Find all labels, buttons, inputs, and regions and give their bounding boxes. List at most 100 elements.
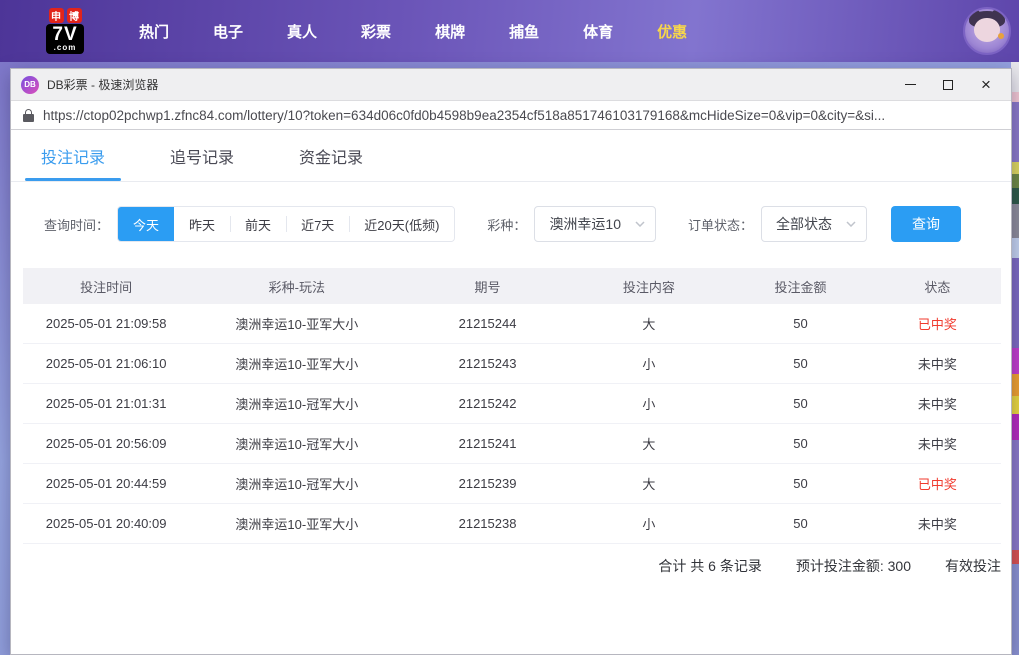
bg-fragment (1011, 348, 1019, 374)
bg-fragment (1011, 374, 1019, 396)
cell-bet-time: 2025-05-01 21:09:58 (45, 316, 167, 331)
cell-bet-time: 2025-05-01 21:01:31 (45, 396, 167, 411)
close-button[interactable]: × (967, 71, 1005, 99)
header-issue: 期号 (474, 279, 501, 295)
logo-square-shen: 申 (48, 8, 64, 23)
site-logo[interactable]: 申 博 7V .com (35, 8, 95, 54)
cell-status: 未中奖 (917, 437, 957, 452)
cell-bet-amount: 50 (793, 476, 808, 491)
header-game-play: 彩种-玩法 (268, 279, 325, 295)
table-row: 2025-05-01 20:40:09 澳洲幸运10-亚军大小 21215238 小 5… (23, 504, 1001, 544)
table-row: 2025-05-01 20:56:09 澳洲幸运10-冠军大小 21215241 大 5… (23, 424, 1001, 464)
cell-bet-amount: 50 (793, 396, 808, 411)
summary-valid-amount: 有效投注金 (945, 558, 1001, 574)
time-option-today[interactable]: 今天 (118, 207, 175, 241)
nav-item-hot[interactable]: 热门 (117, 11, 191, 52)
cell-status: 已中奖 (917, 477, 957, 492)
table-header-row: 投注时间 彩种-玩法 期号 投注内容 投注金额 状态 (23, 268, 1001, 304)
avatar-earring (998, 33, 1004, 39)
cell-bet-amount: 50 (793, 356, 808, 371)
filter-bar: 查询时间： 今天 昨天 前天 近7天 近20天(低频) 彩种： 澳洲幸运10 订… (11, 182, 1011, 242)
bet-records-table: 投注时间 彩种-玩法 期号 投注内容 投注金额 状态 2025-05-01 21… (23, 268, 1001, 586)
cell-game-play: 澳洲幸运10-亚军大小 (235, 317, 359, 332)
summary-expected-amount: 预计投注金额: 300 (795, 558, 911, 574)
close-icon: × (981, 75, 991, 94)
cell-bet-time: 2025-05-01 20:56:09 (45, 436, 167, 451)
browser-window: DB DB彩票 - 极速浏览器 × https://ctop02pchwp1.z… (10, 68, 1012, 655)
nav-item-fishing[interactable]: 捕鱼 (487, 11, 561, 52)
lottery-select[interactable]: 澳洲幸运10 (534, 206, 657, 242)
nav-item-promo[interactable]: 优惠 (635, 11, 709, 52)
table-row: 2025-05-01 21:09:58 澳洲幸运10-亚军大小 21215244 大 5… (23, 304, 1001, 344)
cell-issue: 21215239 (458, 476, 517, 491)
tab-fund-records[interactable]: 资金记录 (289, 130, 373, 181)
minimize-button[interactable] (891, 71, 929, 99)
bet-table-body: 2025-05-01 21:09:58 澳洲幸运10-亚军大小 21215244 大 5… (23, 304, 1001, 544)
user-avatar[interactable] (963, 7, 1011, 55)
bg-fragment (1011, 188, 1019, 204)
nav-item-slots[interactable]: 电子 (191, 11, 265, 52)
order-status-select[interactable]: 全部状态 (761, 206, 868, 242)
time-option-20days[interactable]: 近20天(低频) (349, 207, 455, 241)
record-tabs: 投注记录 追号记录 资金记录 (11, 130, 1011, 182)
table-summary: 合计 共 6 条记录 预计投注金额: 300 有效投注金 (23, 546, 1001, 586)
time-option-7days[interactable]: 近7天 (286, 207, 350, 241)
page-content: 投注记录 追号记录 资金记录 查询时间： 今天 昨天 前天 近7天 近20天(低… (11, 130, 1011, 654)
bg-fragment (1011, 414, 1019, 440)
nav-item-live[interactable]: 真人 (265, 11, 339, 52)
cell-status: 未中奖 (917, 357, 957, 372)
cell-game-play: 澳洲幸运10-亚军大小 (235, 517, 359, 532)
time-option-day-before[interactable]: 前天 (230, 207, 287, 241)
time-option-yesterday[interactable]: 昨天 (174, 207, 231, 241)
tab-bet-records[interactable]: 投注记录 (24, 130, 122, 181)
lottery-filter-label: 彩种： (487, 217, 527, 233)
bg-fragment (1011, 396, 1019, 414)
time-filter-group: 今天 昨天 前天 近7天 近20天(低频) (117, 206, 456, 242)
table-row: 2025-05-01 21:06:10 澳洲幸运10-亚军大小 21215243 小 5… (23, 344, 1001, 384)
cell-issue: 21215242 (458, 396, 517, 411)
cell-issue: 21215243 (458, 356, 517, 371)
site-nav: 热门 电子 真人 彩票 棋牌 捕鱼 体育 优惠 (117, 11, 709, 52)
status-filter-label: 订单状态： (688, 217, 754, 233)
bg-fragment (1011, 62, 1019, 92)
bg-fragment (1011, 204, 1019, 238)
bg-fragment (1011, 440, 1019, 550)
bg-fragment (1011, 258, 1019, 348)
logo-sub-text: .com (53, 43, 77, 52)
time-filter-label: 查询时间： (44, 217, 110, 233)
logo-main-text: 7V (52, 24, 78, 45)
table-row: 2025-05-01 21:01:31 澳洲幸运10-冠军大小 21215242 小 5… (23, 384, 1001, 424)
cell-bet-amount: 50 (793, 316, 808, 331)
background-page-strip (1011, 62, 1019, 655)
header-bet-amount: 投注金额 (774, 279, 827, 295)
bg-fragment (1011, 92, 1019, 102)
cell-bet-content: 大 (642, 477, 656, 492)
ssl-lock-icon[interactable] (23, 108, 34, 122)
cell-status: 已中奖 (917, 317, 957, 332)
nav-item-sports[interactable]: 体育 (561, 11, 635, 52)
maximize-button[interactable] (929, 71, 967, 99)
window-title-bar: DB DB彩票 - 极速浏览器 × (11, 69, 1011, 101)
header-bet-content: 投注内容 (622, 279, 675, 295)
window-controls: × (891, 71, 1005, 99)
address-bar[interactable]: https://ctop02pchwp1.zfnc84.com/lottery/… (11, 101, 1011, 130)
search-button[interactable]: 查询 (891, 206, 962, 242)
cell-bet-time: 2025-05-01 21:06:10 (45, 356, 167, 371)
cell-bet-content: 大 (642, 317, 656, 332)
bg-fragment (1011, 238, 1019, 258)
cell-bet-content: 大 (642, 437, 656, 452)
nav-item-cards[interactable]: 棋牌 (413, 11, 487, 52)
cell-bet-content: 小 (642, 517, 656, 532)
cell-bet-amount: 50 (793, 436, 808, 451)
site-top-bar: 申 博 7V .com 热门 电子 真人 彩票 棋牌 捕鱼 体育 优惠 (0, 0, 1019, 62)
logo-box: 7V .com (46, 24, 84, 54)
cell-issue: 21215238 (458, 516, 517, 531)
maximize-icon (943, 79, 953, 90)
nav-item-lottery[interactable]: 彩票 (339, 11, 413, 52)
cell-status: 未中奖 (917, 517, 957, 532)
tab-chase-records[interactable]: 追号记录 (160, 130, 244, 181)
cell-bet-content: 小 (642, 397, 656, 412)
cell-game-play: 澳洲幸运10-冠军大小 (235, 477, 359, 492)
url-text[interactable]: https://ctop02pchwp1.zfnc84.com/lottery/… (43, 108, 999, 123)
avatar-face (974, 18, 1000, 42)
